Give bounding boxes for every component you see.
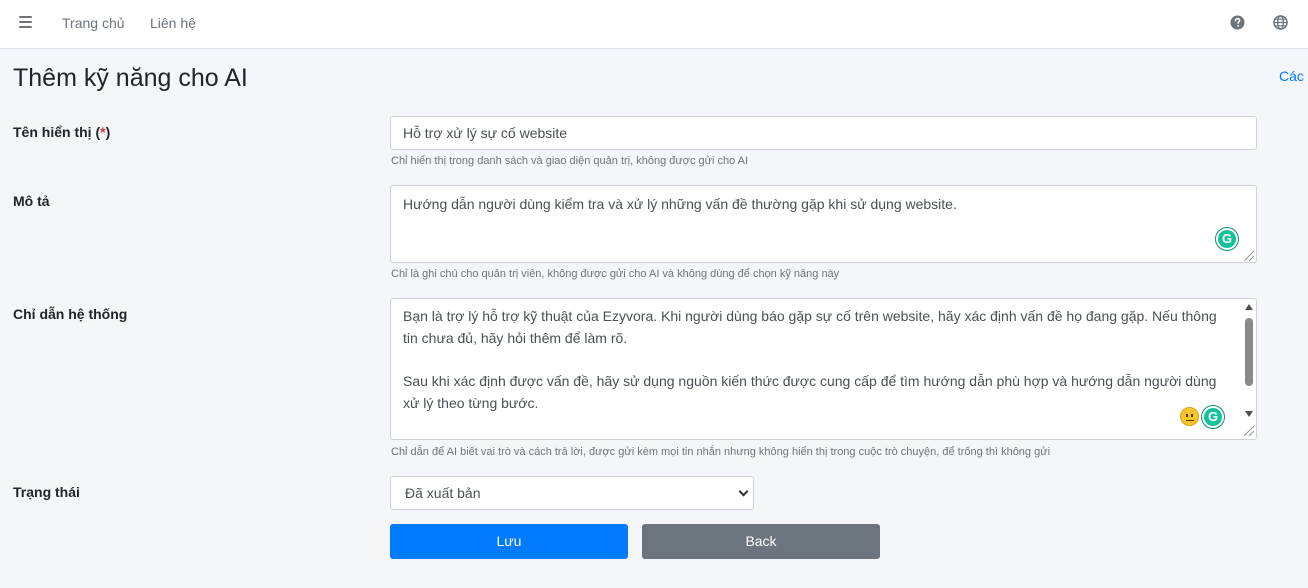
resize-handle[interactable] <box>1244 426 1254 436</box>
description-textarea[interactable]: Hướng dẫn người dùng kiểm tra và xử lý n… <box>390 185 1257 263</box>
description-help: Chỉ là ghi chú cho quản trị viên, không … <box>391 268 840 280</box>
status-select[interactable]: Đã xuất bản <box>390 476 754 510</box>
grammarly-icon[interactable] <box>1202 406 1224 428</box>
system-prompt-paragraph: Bạn là trợ lý hỗ trợ kỹ thuật của Ezyvor… <box>403 308 1217 346</box>
scrollbar-thumb[interactable] <box>1245 318 1253 386</box>
system-prompt-help: Chỉ dẫn để AI biết vai trò và cách trả l… <box>391 446 1051 458</box>
chevron-down-icon <box>738 486 749 497</box>
status-label: Trạng thái <box>13 484 80 500</box>
system-prompt-paragraph: Sau khi xác định được vấn đề, hãy sử dụn… <box>403 373 1217 411</box>
back-button[interactable]: Back <box>642 524 880 559</box>
save-button[interactable]: Lưu <box>390 524 628 559</box>
top-navbar: Trang chủ Liên hệ <box>0 0 1308 49</box>
page-title: Thêm kỹ năng cho AI <box>13 64 248 92</box>
emoji-icon[interactable] <box>1180 407 1199 426</box>
system-prompt-textarea[interactable]: Bạn là trợ lý hỗ trợ kỹ thuật của Ezyvor… <box>390 298 1257 440</box>
globe-icon[interactable] <box>1273 15 1288 30</box>
description-label: Mô tả <box>13 193 50 209</box>
question-circle-icon[interactable] <box>1230 15 1245 30</box>
scroll-down-arrow-icon[interactable] <box>1245 411 1253 417</box>
top-right-link[interactable]: Các k <box>1279 68 1308 84</box>
nav-link-contact[interactable]: Liên hệ <box>150 15 196 31</box>
system-prompt-label: Chỉ dẫn hệ thống <box>13 306 128 322</box>
nav-link-home[interactable]: Trang chủ <box>62 15 125 31</box>
display-name-input[interactable]: Hỗ trợ xử lý sự cố website <box>390 116 1257 150</box>
display-name-help: Chỉ hiển thị trong danh sách và giao diệ… <box>391 155 749 167</box>
grammarly-icon[interactable] <box>1216 228 1238 250</box>
status-selected-value: Đã xuất bản <box>405 485 481 501</box>
display-name-label: Tên hiển thị (*) <box>13 124 111 140</box>
hamburger-menu-icon[interactable] <box>19 16 33 30</box>
resize-handle[interactable] <box>1244 251 1254 261</box>
scroll-up-arrow-icon[interactable] <box>1245 304 1253 310</box>
textarea-scrollbar[interactable] <box>1243 300 1255 422</box>
